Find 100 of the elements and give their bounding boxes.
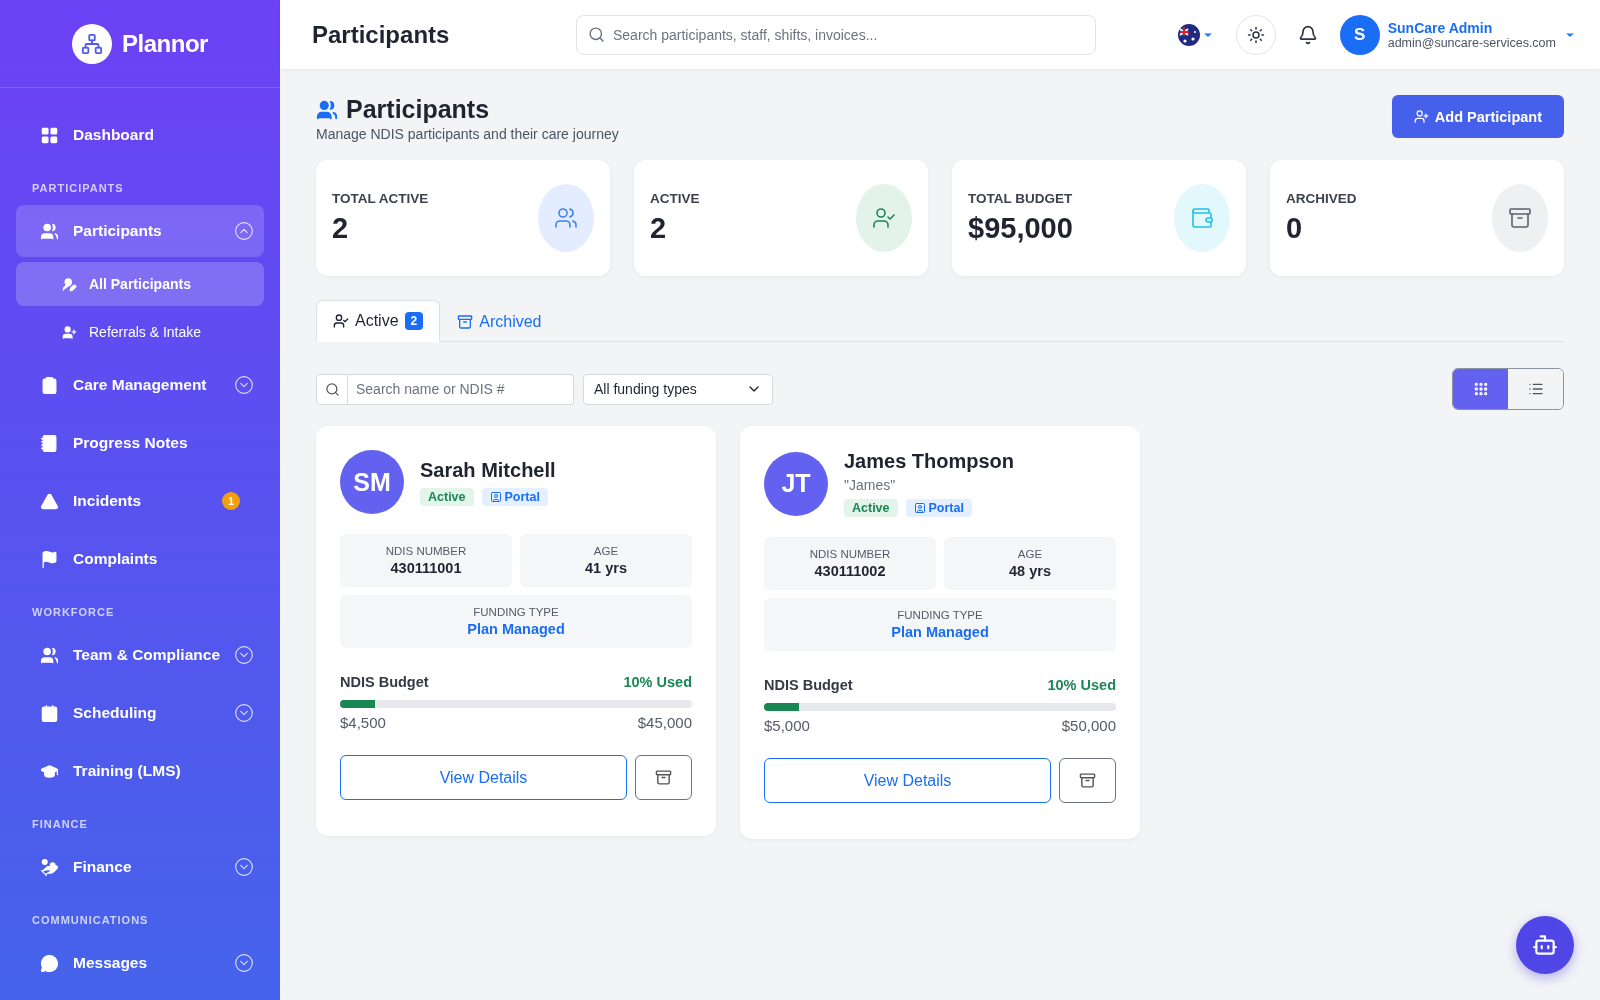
nav-subitem-label: Referrals & Intake: [89, 324, 203, 340]
portal-tag: Portal: [481, 487, 548, 506]
budget-spent: $4,500: [340, 714, 386, 731]
view-details-button[interactable]: View Details: [764, 758, 1051, 803]
grid-icon: [40, 125, 59, 145]
page-subtitle: Manage NDIS participants and their care journey: [316, 126, 619, 142]
archive-icon: [457, 313, 474, 330]
flag-icon: [1177, 23, 1200, 46]
add-person-icon: [1413, 109, 1429, 124]
nav-item[interactable]: Complaints: [16, 533, 264, 585]
nav-subitem[interactable]: All Participants: [16, 262, 264, 306]
info-label: AGE: [593, 545, 619, 557]
nav-item-label: Complaints: [73, 550, 159, 568]
nav-item[interactable]: Messages: [16, 937, 264, 989]
nav-item[interactable]: Care Management: [16, 359, 264, 411]
tab[interactable]: Active 2: [316, 300, 441, 342]
status-tag: Active: [420, 487, 474, 506]
participant-avatar: JT: [764, 451, 828, 516]
nav-item[interactable]: Team & Compliance: [16, 629, 264, 681]
add-participant-button[interactable]: Add Participant: [1391, 95, 1564, 138]
search-field[interactable]: Search name or NDIS #: [348, 373, 574, 405]
search-icon: [588, 25, 605, 43]
stat-value: 2: [332, 212, 350, 245]
stat-label: ARCHIVED: [1286, 191, 1357, 206]
grid-icon: [1472, 381, 1489, 397]
clipboard-icon: [40, 375, 59, 395]
nav-item-label: Training (LMS): [73, 762, 182, 780]
funding-dropdown[interactable]: All funding types: [583, 373, 773, 405]
nav-item[interactable]: Finance: [16, 841, 264, 893]
chat-icon: [40, 953, 59, 973]
budget-total: $45,000: [637, 714, 692, 731]
info-label: FUNDING TYPE: [473, 606, 559, 618]
stat-label: ACTIVE: [650, 191, 700, 206]
info-label: NDIS NUMBER: [809, 548, 891, 560]
assistant-button[interactable]: [1516, 916, 1574, 974]
stat-value: $95,000: [968, 212, 1073, 245]
info-label: NDIS NUMBER: [385, 545, 467, 557]
nav-subitem-label: All Participants: [89, 276, 192, 292]
nav-item-label: Scheduling: [73, 704, 158, 722]
nav-item[interactable]: Incidents 1: [16, 475, 264, 527]
nav-item[interactable]: Progress Notes: [16, 417, 264, 469]
budget-used: 10% Used: [623, 674, 692, 690]
nav-section-label: WORKFORCE: [31, 605, 116, 620]
chevron-down-icon[interactable]: [234, 953, 254, 973]
participant-name: Sarah Mitchell: [420, 458, 556, 482]
tab[interactable]: Archived: [440, 300, 559, 342]
chevron-down-icon[interactable]: [234, 857, 254, 877]
user-menu[interactable]: S SunCare Admin admin@suncare-services.com: [1339, 14, 1576, 55]
bell-icon: [1297, 24, 1318, 45]
search-field[interactable]: Search participants, staff, shifts, invoices...: [576, 14, 1096, 55]
notebook-icon: [40, 433, 59, 453]
chevron-down-icon[interactable]: [234, 703, 254, 723]
nav-item-label: Participants: [73, 222, 163, 240]
chevron-down-icon[interactable]: [234, 375, 254, 395]
sun-icon: [1246, 25, 1265, 44]
people-icon: [40, 645, 59, 665]
chevron-down-icon[interactable]: [234, 645, 254, 665]
budget-total: $50,000: [1061, 717, 1116, 734]
nav-item[interactable]: Dashboard: [16, 109, 264, 161]
warning-icon: [40, 491, 59, 511]
portal-tag: Portal: [905, 499, 972, 517]
info-value: Plan Managed: [467, 621, 565, 637]
nav-item-label: Dashboard: [73, 126, 155, 144]
stat-value: 2: [650, 212, 668, 245]
participant-nickname: "James": [844, 477, 897, 493]
info-label: AGE: [1017, 548, 1043, 560]
nav-item-label: Finance: [73, 858, 133, 876]
header-title: Participants: [312, 20, 451, 49]
people-icon: [316, 98, 338, 121]
nav-item[interactable]: Training (LMS): [16, 745, 264, 797]
info-value: 430111001: [390, 560, 462, 576]
info-value: Plan Managed: [891, 624, 989, 640]
logo-icon: [72, 23, 113, 64]
nav-item-label: Messages: [73, 954, 149, 972]
flag-icon: [40, 549, 59, 569]
id-card-icon: [913, 502, 926, 514]
stat-label: TOTAL BUDGET: [968, 191, 1073, 206]
archive-button[interactable]: [635, 755, 692, 800]
budget-label: NDIS Budget: [764, 677, 853, 693]
view-details-button[interactable]: View Details: [340, 755, 627, 800]
info-value: 41 yrs: [585, 560, 627, 576]
grid-view-button[interactable]: [1453, 369, 1508, 409]
calendar-icon: [40, 703, 59, 723]
nav-section-label: FINANCE: [31, 817, 89, 832]
nav-subitem[interactable]: Referrals & Intake: [16, 310, 264, 354]
archive-button[interactable]: [1059, 758, 1116, 803]
count-badge: 2: [404, 312, 424, 330]
nav-section-label: PARTICIPANTS: [31, 181, 125, 196]
chevron-up-icon[interactable]: [234, 221, 254, 241]
info-label: FUNDING TYPE: [897, 609, 983, 621]
info-value: 430111002: [814, 563, 886, 579]
user-email: admin@suncare-services.com: [1387, 35, 1556, 50]
user-avatar: S: [1339, 14, 1380, 55]
nav-item[interactable]: Scheduling: [16, 687, 264, 739]
nav-item[interactable]: Participants: [16, 205, 264, 257]
user-name: SunCare Admin: [1387, 19, 1494, 36]
person-check-icon: [333, 313, 349, 329]
page-title: Participants: [346, 95, 490, 124]
archive-icon: [655, 769, 672, 786]
archive-icon: [1079, 772, 1096, 789]
